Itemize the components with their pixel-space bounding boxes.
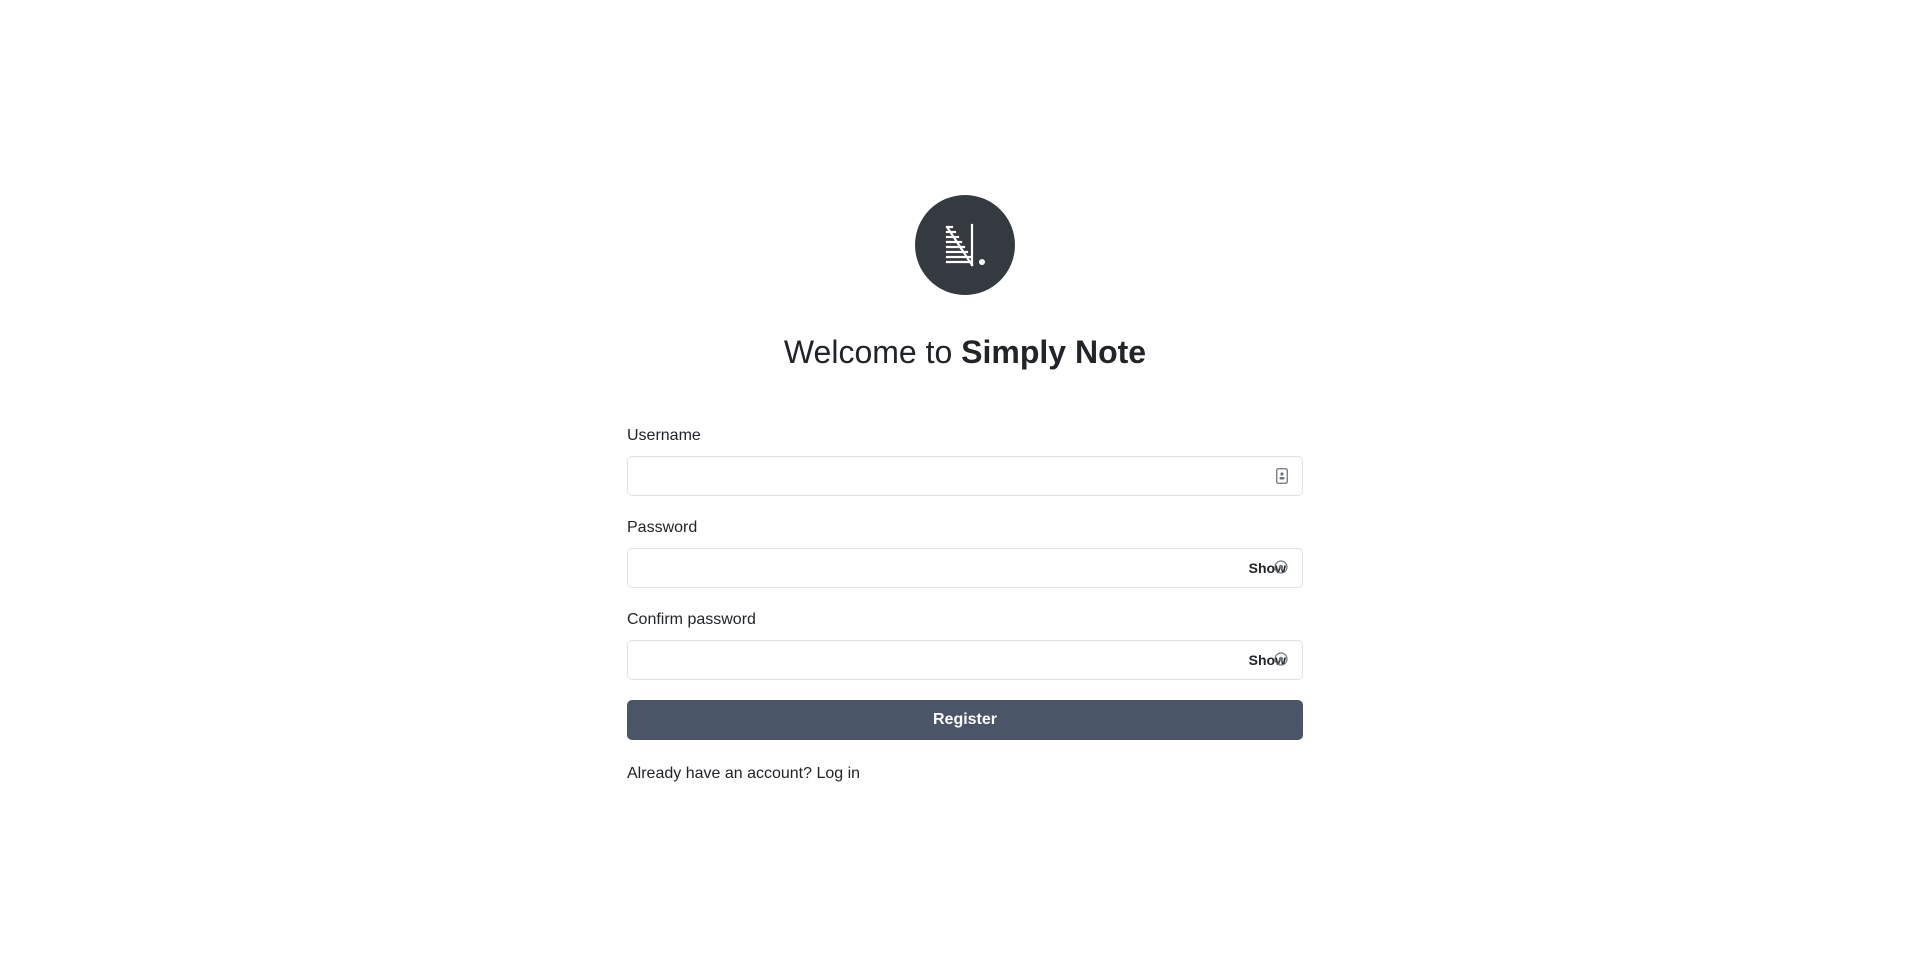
title-brand: Simply Note [961, 334, 1147, 370]
page-title: Welcome to Simply Note [0, 330, 1920, 374]
password-input[interactable] [627, 548, 1303, 588]
register-page: Welcome to Simply Note Username Password… [0, 0, 1920, 976]
confirm-password-label: Confirm password [627, 611, 756, 628]
username-label: Username [627, 427, 701, 444]
eye-icon[interactable] [1274, 560, 1288, 574]
login-prompt-text: Already have an account? [627, 765, 813, 782]
username-field-group: Username [627, 424, 1303, 496]
login-prompt: Already have an account? Log in [627, 762, 1303, 786]
confirm-password-input[interactable] [627, 640, 1303, 680]
username-input-wrap [627, 456, 1303, 496]
password-input-wrap: Show [627, 548, 1303, 588]
app-logo [915, 195, 1015, 295]
username-input[interactable] [627, 456, 1303, 496]
register-form: Username Password Show Confirm password … [627, 424, 1303, 786]
register-button[interactable]: Register [627, 700, 1303, 740]
contact-card-icon[interactable] [1276, 468, 1288, 484]
password-label: Password [627, 519, 698, 536]
password-field-group: Password Show [627, 516, 1303, 588]
login-link[interactable]: Log in [816, 765, 860, 782]
confirm-password-field-group: Confirm password Show [627, 608, 1303, 680]
eye-icon[interactable] [1274, 652, 1288, 666]
simply-note-logo-icon [945, 223, 985, 267]
title-prefix: Welcome to [783, 334, 953, 370]
confirm-password-input-wrap: Show [627, 640, 1303, 680]
